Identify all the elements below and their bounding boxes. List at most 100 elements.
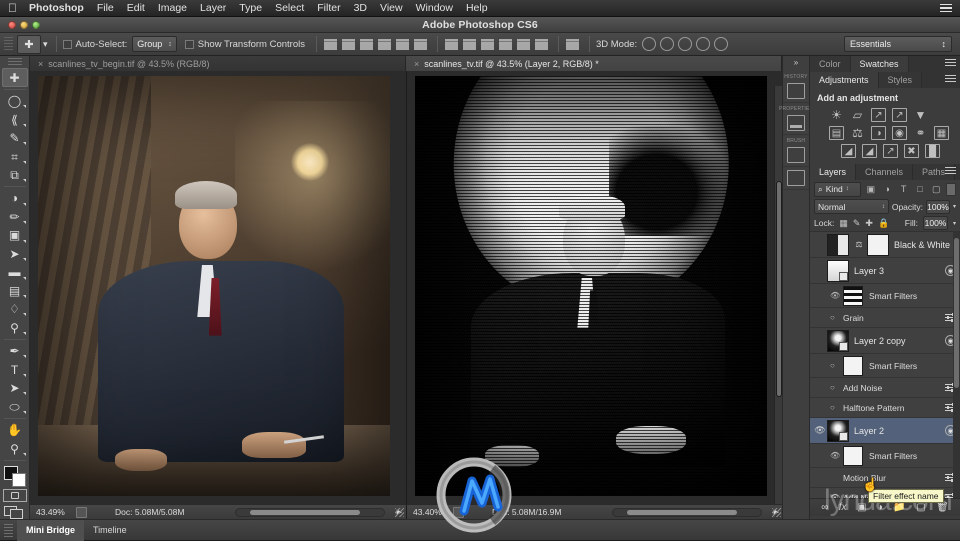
menu-item-file[interactable]: File — [97, 2, 114, 14]
filter-adjustment-icon[interactable]: ◑ — [881, 182, 894, 197]
vertical-scrollbar[interactable] — [774, 86, 782, 518]
layer-name[interactable]: Black & White 1 — [894, 240, 960, 250]
color-lookup-icon[interactable]: ▦ — [934, 126, 949, 140]
levels-icon[interactable]: ▱ — [850, 108, 865, 122]
filter-name[interactable]: Grain — [843, 313, 945, 323]
layer-visibility-toggle[interactable]: 👁 — [813, 239, 827, 250]
quick-selection-tool[interactable]: ✎ — [2, 129, 28, 147]
layer-name[interactable]: Layer 2 copy — [854, 336, 945, 346]
color-swatches[interactable] — [3, 465, 27, 487]
filter-shape-icon[interactable]: □ — [913, 182, 926, 197]
filter-name[interactable]: Halftone Pattern — [843, 403, 945, 413]
layer-name[interactable]: Layer 3 — [854, 266, 945, 276]
smart-filter-mask-thumbnail[interactable] — [843, 355, 863, 376]
distribute-right-edges-icon[interactable] — [534, 37, 549, 52]
distribute-left-edges-icon[interactable] — [498, 37, 513, 52]
filter-name[interactable]: Add Noise — [843, 383, 945, 393]
tab-channels[interactable]: Channels — [856, 164, 914, 180]
scrollbar-thumb[interactable] — [954, 238, 959, 388]
lock-all-icon[interactable]: 🔒 — [878, 218, 889, 229]
horizontal-scrollbar[interactable] — [612, 508, 762, 517]
zoom-level[interactable]: 43.40% — [413, 507, 447, 517]
panel-menu-icon[interactable] — [945, 59, 956, 68]
document-tab-scanlines-tv[interactable]: × scanlines_tv.tif @ 43.5% (Layer 2, RGB… — [406, 56, 782, 71]
color-balance-icon[interactable]: ⚖ — [850, 126, 865, 140]
distribute-horizontal-centers-icon[interactable] — [516, 37, 531, 52]
fill-value[interactable]: 100% — [922, 216, 948, 230]
properties-icon[interactable] — [787, 115, 805, 131]
tab-mini-bridge[interactable]: Mini Bridge — [17, 519, 84, 541]
selective-color-icon[interactable]: ✖ — [904, 144, 919, 158]
path-selection-tool[interactable]: ➤ — [2, 379, 28, 397]
gradient-map-icon[interactable]: █ — [925, 144, 940, 158]
lasso-tool[interactable]: ⟪ — [2, 110, 28, 128]
menu-item-edit[interactable]: Edit — [127, 2, 145, 14]
menu-item-view[interactable]: View — [380, 2, 403, 14]
distribute-vertical-centers-icon[interactable] — [462, 37, 477, 52]
brush-tool[interactable]: ✏ — [2, 208, 28, 226]
add-layer-mask-icon[interactable]: ▣ — [857, 502, 866, 513]
align-vertical-centers-icon[interactable] — [395, 37, 410, 52]
filter-visibility-toggle[interactable]: ○ — [830, 383, 843, 392]
tab-layers[interactable]: Layers — [810, 164, 857, 180]
auto-select-checkbox[interactable] — [62, 39, 72, 49]
horizontal-scrollbar[interactable] — [235, 508, 385, 517]
panel-menu-icon[interactable] — [945, 75, 956, 84]
filter-toggle-switch[interactable] — [945, 182, 956, 196]
pane-resize-grip[interactable] — [395, 508, 404, 517]
bottom-bar-grip[interactable] — [4, 523, 13, 537]
options-bar-grip[interactable] — [4, 36, 13, 52]
filter-visibility-toggle[interactable]: ○ — [830, 403, 843, 412]
menu-item-photoshop[interactable]: Photoshop — [29, 2, 84, 14]
align-horizontal-centers-icon[interactable] — [341, 37, 356, 52]
layer-thumbnail[interactable] — [827, 329, 849, 352]
eyedropper-tool[interactable]: ⧉ — [2, 166, 28, 184]
smart-filters-visibility-toggle[interactable]: ○ — [830, 361, 843, 370]
layer-visibility-toggle[interactable]: 👁 — [813, 425, 827, 436]
smart-filter-mask-thumbnail[interactable] — [843, 285, 863, 306]
table-row[interactable]: 👁 Layer 2 ◉ — [810, 418, 960, 444]
spot-healing-brush-tool[interactable]: ◑ — [2, 189, 28, 207]
3d-rotate-icon[interactable] — [642, 37, 657, 51]
tab-color[interactable]: Color — [810, 56, 851, 72]
quick-mask-mode-icon[interactable] — [2, 489, 27, 503]
close-icon[interactable]: × — [414, 59, 419, 69]
close-icon[interactable]: × — [38, 59, 43, 69]
apple-icon[interactable]:  — [8, 2, 17, 14]
opacity-chevron-icon[interactable]: ▾ — [953, 203, 956, 210]
hue-saturation-icon[interactable]: ▤ — [829, 126, 844, 140]
3d-pan-icon[interactable] — [678, 37, 693, 51]
lock-transparent-pixels-icon[interactable]: ▦ — [839, 218, 848, 229]
layer-list[interactable]: 👁 ⚖ Black & White 1 👁 Layer 3 ◉ 👁 Smart … — [810, 232, 960, 498]
toolbox-grip[interactable] — [7, 58, 22, 66]
black-and-white-icon[interactable]: ◑ — [871, 126, 886, 140]
layer-visibility-toggle[interactable]: 👁 — [813, 335, 827, 346]
layer-mask-thumbnail[interactable] — [867, 233, 889, 256]
show-transform-controls-checkbox[interactable] — [184, 39, 194, 49]
tab-styles[interactable]: Styles — [878, 72, 923, 88]
auto-align-layers-icon[interactable] — [565, 37, 580, 52]
canvas-scanlines-tv-begin[interactable] — [38, 76, 390, 496]
pane-resize-grip[interactable] — [772, 508, 781, 517]
move-tool[interactable]: ✚ — [1, 68, 28, 87]
zoom-level[interactable]: 43.49% — [36, 507, 70, 517]
history-icon[interactable] — [787, 83, 805, 99]
invert-icon[interactable]: ◢ — [841, 144, 856, 158]
new-adjustment-layer-icon[interactable]: ◑ — [877, 502, 883, 513]
3d-roll-icon[interactable] — [660, 37, 675, 51]
panel-menu-icon[interactable] — [945, 167, 956, 176]
fill-chevron-icon[interactable]: ▾ — [953, 220, 956, 227]
history-brush-tool[interactable]: ➤ — [2, 245, 28, 263]
gradient-tool[interactable]: ▤ — [2, 282, 28, 300]
photo-filter-icon[interactable]: ◉ — [892, 126, 907, 140]
add-layer-style-icon[interactable]: fx — [839, 502, 847, 513]
3d-slide-icon[interactable] — [696, 37, 711, 51]
align-right-edges-icon[interactable] — [359, 37, 374, 52]
layer-visibility-toggle[interactable]: 👁 — [813, 265, 827, 276]
distribute-top-edges-icon[interactable] — [444, 37, 459, 52]
list-item[interactable]: ○ Smart Filters — [810, 354, 960, 378]
layer-thumbnail[interactable] — [827, 419, 849, 442]
background-color-swatch[interactable] — [11, 472, 26, 487]
smart-filters-visibility-toggle[interactable]: 👁 — [830, 291, 843, 300]
tool-presets-icon[interactable] — [787, 170, 805, 186]
